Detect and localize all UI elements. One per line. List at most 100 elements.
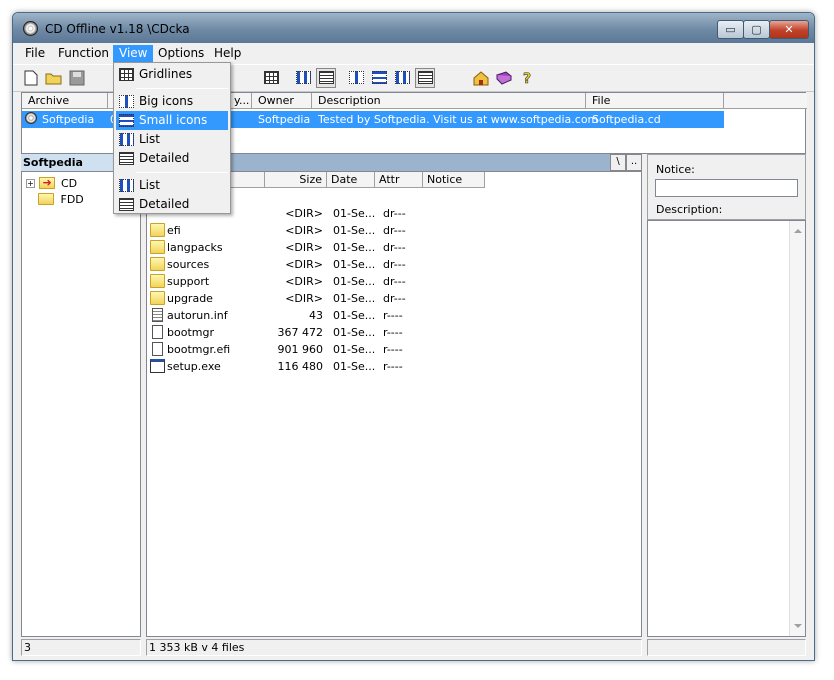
detailed-icon [417, 71, 433, 84]
column-header-date[interactable]: Date [327, 172, 375, 188]
column-header-file[interactable]: File [586, 93, 724, 109]
new-file-icon [24, 70, 38, 86]
menu-help[interactable]: Help [208, 45, 247, 62]
column-header-owner[interactable]: Owner [252, 93, 312, 109]
help-button[interactable]: ? [517, 68, 537, 88]
file-date: 01-Se... [333, 326, 376, 339]
archive-description: Tested by Softpedia. Visit us at www.sof… [318, 113, 599, 126]
file-attr: r---- [383, 309, 403, 322]
list-view-button[interactable] [293, 68, 313, 88]
file-name: bootmgr [167, 326, 214, 339]
status-count: 3 [21, 639, 141, 656]
settings-file-icon [152, 308, 163, 322]
small-icons-button[interactable] [369, 68, 389, 88]
file-row[interactable]: setup.exe 116 480 01-Se... r---- [147, 358, 447, 375]
svg-text:?: ? [523, 71, 531, 86]
title-bar[interactable]: CD Offline v1.18 \CDcka ▭ ▢ ✕ [13, 13, 814, 43]
column-header-size[interactable]: Size [265, 172, 327, 188]
gridlines-icon [263, 71, 279, 84]
file-name: efi [167, 224, 181, 237]
menu-item-list[interactable]: List [116, 130, 228, 149]
file-attr: dr--- [383, 207, 406, 220]
file-date: 01-Se... [333, 309, 376, 322]
view-menu-dropdown: Gridlines Big icons Small icons List Det… [113, 62, 231, 214]
menu-item-gridlines[interactable]: Gridlines [116, 65, 228, 84]
menu-file[interactable]: File [19, 45, 51, 62]
up-path-button[interactable]: .. [626, 154, 642, 171]
file-row[interactable]: autorun.inf 43 01-Se... r---- [147, 307, 447, 324]
tree-node-fdd[interactable]: FDD [38, 192, 84, 208]
file-row[interactable]: sources <DIR> 01-Se... dr--- [147, 256, 447, 273]
vertical-scrollbar[interactable] [789, 221, 805, 636]
open-button[interactable] [44, 68, 64, 88]
file-icon [152, 342, 163, 356]
big-icons-button[interactable] [346, 68, 366, 88]
gridlines-button[interactable] [261, 68, 281, 88]
list-icon [119, 179, 134, 192]
file-row[interactable]: bootmgr 367 472 01-Se... r---- [147, 324, 447, 341]
file-row[interactable]: support <DIR> 01-Se... dr--- [147, 273, 447, 290]
file-size: <DIR> [285, 241, 323, 254]
notice-label: Notice: [656, 163, 695, 176]
menu-function[interactable]: Function [52, 45, 115, 62]
column-header-notice[interactable]: Notice [423, 172, 485, 188]
column-header-description[interactable]: Description [312, 93, 586, 109]
file-size: <DIR> [285, 224, 323, 237]
file-size: 116 480 [277, 360, 324, 373]
menu-item-list-2[interactable]: List [116, 176, 228, 195]
file-name: setup.exe [167, 360, 221, 373]
list-icon [295, 71, 311, 84]
tree-node-label: FDD [60, 192, 84, 206]
file-list[interactable]: Size Date Attr Notice <DIR> 01-Se... dr-… [146, 171, 642, 637]
file-attr: r---- [383, 360, 403, 373]
file-date: 01-Se... [333, 241, 376, 254]
file-attr: dr--- [383, 258, 406, 271]
menu-item-detailed[interactable]: Detailed [116, 149, 228, 168]
menu-options[interactable]: Options [152, 45, 210, 62]
small-icons-icon [371, 71, 387, 84]
folder-icon [150, 257, 165, 271]
folder-icon [150, 223, 165, 237]
home-icon [473, 71, 489, 86]
root-path-button[interactable]: \ [610, 154, 626, 171]
file-date: 01-Se... [333, 258, 376, 271]
menu-view[interactable]: View [113, 45, 154, 62]
book-button[interactable] [494, 68, 514, 88]
status-extra [647, 639, 806, 656]
file-date: 01-Se... [333, 207, 376, 220]
column-header-empty [724, 93, 807, 109]
file-icon [152, 325, 163, 339]
file-name: langpacks [167, 241, 223, 254]
gridlines-icon [119, 68, 134, 81]
column-header-archive[interactable]: Archive [22, 93, 108, 109]
notice-input[interactable] [655, 179, 798, 197]
archive-file: Softpedia.cd [592, 113, 661, 126]
minimize-button[interactable]: ▭ [717, 20, 744, 39]
detailed-view-button[interactable] [316, 68, 336, 88]
scroll-down-icon[interactable] [794, 624, 802, 628]
tree-panel[interactable]: + ➜ CD FDD [21, 171, 141, 637]
tree-node-cd[interactable]: + ➜ CD [26, 176, 77, 192]
scroll-up-icon[interactable] [794, 229, 802, 233]
description-textarea[interactable] [647, 220, 806, 637]
list-view-button-2[interactable] [392, 68, 412, 88]
file-size: <DIR> [285, 292, 323, 305]
maximize-button[interactable]: ▢ [743, 20, 770, 39]
detailed-view-button-2[interactable] [415, 68, 435, 88]
expand-icon[interactable]: + [26, 178, 35, 188]
file-row[interactable]: upgrade <DIR> 01-Se... dr--- [147, 290, 447, 307]
menu-item-big-icons[interactable]: Big icons [116, 92, 228, 111]
menu-item-detailed-2[interactable]: Detailed [116, 195, 228, 214]
file-size: 901 960 [277, 343, 324, 356]
file-row[interactable]: langpacks <DIR> 01-Se... dr--- [147, 239, 447, 256]
column-header-attr[interactable]: Attr [375, 172, 423, 188]
save-button[interactable] [67, 68, 87, 88]
file-size: 367 472 [277, 326, 324, 339]
file-row[interactable]: efi <DIR> 01-Se... dr--- [147, 222, 447, 239]
menu-item-small-icons[interactable]: Small icons [116, 111, 228, 130]
file-row[interactable]: bootmgr.efi 901 960 01-Se... r---- [147, 341, 447, 358]
notice-panel: Notice: Description: [647, 154, 806, 220]
home-button[interactable] [471, 68, 491, 88]
new-button[interactable] [21, 68, 41, 88]
close-button[interactable]: ✕ [769, 20, 809, 39]
